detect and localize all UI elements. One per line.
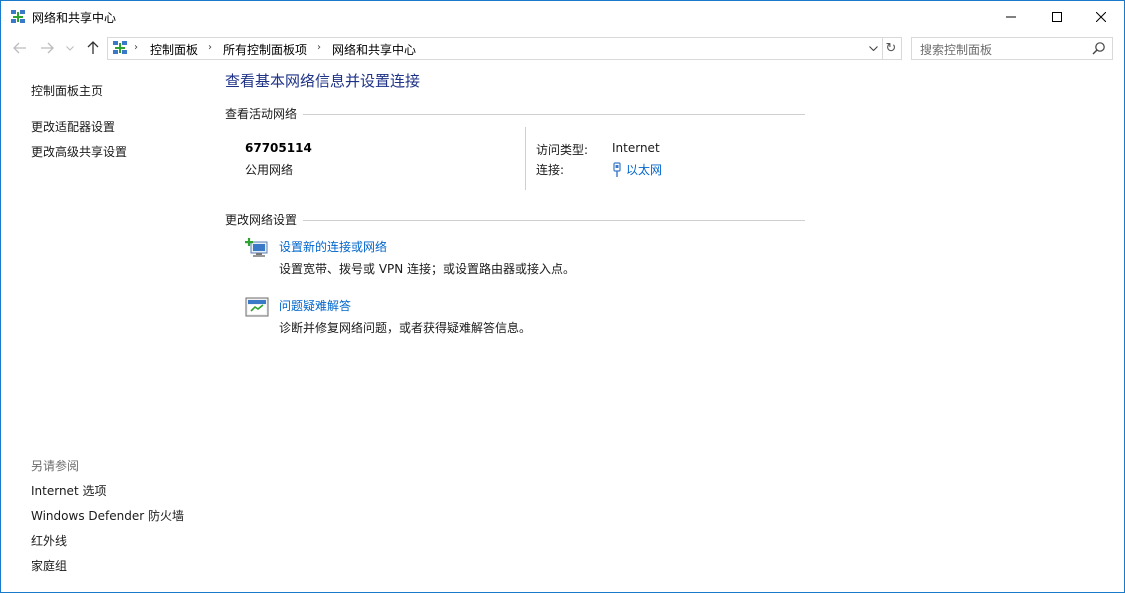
change-settings-heading: 更改网络设置 [225,213,298,227]
network-center-icon [113,41,127,54]
maximize-icon [1052,11,1062,22]
homegroup-link[interactable]: 家庭组 [31,557,67,574]
control-panel-home-link[interactable]: 控制面板主页 [31,82,103,99]
arrow-right-icon [41,42,54,54]
search-box[interactable]: 搜索控制面板 [911,37,1113,60]
arrow-up-icon [87,41,99,54]
section-divider [303,220,805,221]
search-icon[interactable] [1092,41,1106,55]
chevron-down-icon [868,45,878,51]
access-type-label: 访问类型: [536,143,589,157]
forward-button[interactable] [37,38,57,58]
firewall-link[interactable]: Windows Defender 防火墙 [31,507,184,524]
up-button[interactable] [83,38,103,58]
network-name: 67705114 [245,141,312,155]
breadcrumb-control-panel[interactable]: 控制面板 [150,41,198,58]
infrared-link[interactable]: 红外线 [31,532,67,549]
window: 网络和共享中心 › 控制面板 › 所有控制面板项 › 网络和共享中心 ↻ 搜索控… [0,0,1125,593]
change-adapter-settings-link[interactable]: 更改适配器设置 [31,118,115,135]
connections-label: 连接: [536,163,565,177]
close-button[interactable] [1078,1,1124,32]
page-title: 查看基本网络信息并设置连接 [225,72,421,90]
active-networks-heading: 查看活动网络 [225,107,298,121]
chevron-right-icon[interactable]: › [208,42,212,53]
network-center-icon [11,10,25,23]
address-dropdown-button[interactable] [866,40,880,56]
troubleshoot-link[interactable]: 问题疑难解答 [279,297,351,314]
minimize-icon [1006,16,1016,17]
ethernet-connection-link[interactable]: 以太网 [612,161,662,178]
ethernet-label[interactable]: 以太网 [626,161,662,178]
refresh-icon: ↻ [885,41,897,56]
breadcrumb-all-items[interactable]: 所有控制面板项 [223,41,307,58]
chevron-down-icon [66,45,74,51]
chevron-right-icon[interactable]: › [134,42,138,53]
ethernet-icon [613,161,621,177]
title-bar[interactable]: 网络和共享中心 [1,1,1124,32]
internet-options-link[interactable]: Internet 选项 [31,482,106,499]
access-type-value: Internet [612,141,660,155]
chevron-right-icon[interactable]: › [317,42,321,53]
setup-connection-link[interactable]: 设置新的连接或网络 [279,238,387,255]
setup-connection-description: 设置宽带、拨号或 VPN 连接；或设置路由器或接入点。 [279,262,576,276]
troubleshoot-icon [245,297,269,317]
breadcrumb-network-center[interactable]: 网络和共享中心 [332,41,416,58]
search-placeholder: 搜索控制面板 [920,43,993,57]
change-advanced-sharing-link[interactable]: 更改高级共享设置 [31,143,127,160]
see-also-heading: 另请参阅 [31,459,80,473]
new-connection-icon [245,238,268,257]
back-button[interactable] [10,38,30,58]
address-bar[interactable]: › 控制面板 › 所有控制面板项 › 网络和共享中心 [107,37,883,60]
refresh-button[interactable]: ↻ [881,37,902,60]
arrow-left-icon [13,42,26,54]
section-divider [303,114,805,115]
maximize-button[interactable] [1034,1,1080,32]
network-type: 公用网络 [245,163,294,177]
minimize-button[interactable] [988,1,1034,32]
close-icon [1096,11,1106,22]
vertical-divider [525,127,526,190]
navigation-bar: › 控制面板 › 所有控制面板项 › 网络和共享中心 ↻ 搜索控制面板 [1,32,1124,64]
troubleshoot-description: 诊断并修复网络问题，或者获得疑难解答信息。 [279,321,532,335]
recent-locations-button[interactable] [63,38,77,58]
window-title: 网络和共享中心 [32,11,117,25]
